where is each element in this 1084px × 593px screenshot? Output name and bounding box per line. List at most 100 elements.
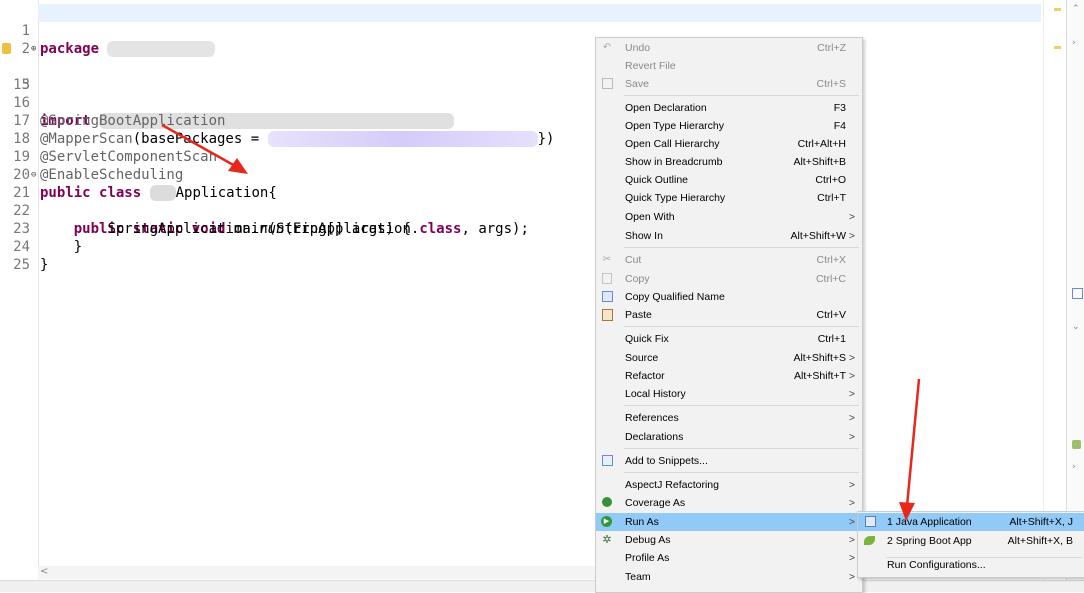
- code-line: 24 }: [0, 220, 48, 273]
- copy-qualified-name-icon: [602, 291, 613, 302]
- submenu-item-spring-boot-app[interactable]: 2 Spring Boot App Alt+Shift+X, B: [858, 532, 1084, 550]
- code-text: (basePackages =: [132, 131, 268, 147]
- menu-item-source[interactable]: Source Alt+Shift+S >: [596, 349, 862, 367]
- menu-item-save[interactable]: Save Ctrl+S: [596, 75, 862, 93]
- code-line: 23 }: [0, 202, 82, 255]
- run-icon: ▶: [601, 516, 612, 527]
- submenu-arrow-icon: >: [848, 497, 855, 509]
- menu-item-label: Open Call Hierarchy: [625, 138, 720, 150]
- menu-item-copy[interactable]: Copy Ctrl+C: [596, 270, 862, 288]
- submenu-item-shortcut: Alt+Shift+X, J: [1009, 516, 1073, 528]
- code-line: 21 ⊖ public static void main(String[] ar…: [0, 166, 411, 237]
- menu-item-shortcut: F3: [833, 102, 846, 114]
- code-text: SpringApplication.: [107, 221, 260, 237]
- menu-item-shortcut: Ctrl+Alt+H: [797, 138, 846, 150]
- menu-item-shortcut: Ctrl+1: [817, 333, 846, 345]
- menu-item-local-history[interactable]: Local History >: [596, 385, 862, 403]
- menu-item-label: Open With: [625, 211, 675, 223]
- submenu-arrow-icon: >: [848, 211, 855, 223]
- code-line: 16 @SpringBootApplication: [0, 76, 225, 129]
- menu-item-show-in[interactable]: Show In Alt+Shift+W >: [596, 227, 862, 245]
- menu-item-label: Run As: [625, 516, 659, 528]
- menu-separator: [624, 326, 859, 327]
- menu-item-quick-fix[interactable]: Quick Fix Ctrl+1: [596, 330, 862, 348]
- code-editor[interactable]: 1 package 2 3 ⊕ import 15 16 @SpringBoot…: [0, 0, 1067, 591]
- menu-item-label: Copy Qualified Name: [625, 291, 725, 303]
- menu-item-cut[interactable]: ✂ Cut Ctrl+X: [596, 251, 862, 269]
- menu-item-label: Show In: [625, 230, 663, 242]
- menu-separator: [624, 247, 859, 248]
- keyword: package: [40, 41, 100, 57]
- menu-separator: [624, 472, 859, 473]
- warning-marker[interactable]: [1054, 46, 1061, 49]
- annotation-text: @SpringBootApplication: [40, 113, 226, 129]
- menu-item-revert-file[interactable]: Revert File: [596, 57, 862, 75]
- submenu-arrow-icon: >: [848, 412, 855, 424]
- chevron-up-icon[interactable]: ⌃: [1072, 4, 1080, 14]
- menu-item-quick-type-hierarchy[interactable]: Quick Type Hierarchy Ctrl+T: [596, 189, 862, 207]
- menu-item-label: Quick Outline: [625, 174, 689, 186]
- keyword: class: [419, 221, 462, 237]
- submenu-item-java-application[interactable]: 1 Java Application Alt+Shift+X, J: [858, 513, 1084, 531]
- menu-item-label: Save: [625, 78, 649, 90]
- menu-item-declarations[interactable]: Declarations >: [596, 428, 862, 446]
- chevron-down-icon[interactable]: ⌄: [1072, 322, 1080, 332]
- menu-item-shortcut: Ctrl+V: [816, 309, 846, 321]
- warning-lightbulb-icon[interactable]: [2, 43, 11, 54]
- submenu-arrow-icon: >: [848, 431, 855, 443]
- submenu-item-run-configurations[interactable]: Run Configurations...: [858, 556, 1084, 574]
- menu-item-label: Undo: [625, 42, 651, 54]
- menu-item-open-declaration[interactable]: Open Declaration F3: [596, 99, 862, 117]
- menu-item-shortcut: Ctrl+O: [815, 174, 846, 186]
- submenu-item-shortcut: Alt+Shift+X, B: [1007, 535, 1073, 547]
- menu-item-label: Local History: [625, 388, 686, 400]
- save-icon: [602, 78, 613, 89]
- menu-item-profile-as[interactable]: Profile As >: [596, 549, 862, 567]
- menu-item-open-with[interactable]: Open With >: [596, 208, 862, 226]
- menu-item-paste[interactable]: Paste Ctrl+V: [596, 306, 862, 324]
- code-line: 1 package: [0, 4, 216, 57]
- snippets-icon: [602, 455, 613, 466]
- chevron-right-icon[interactable]: ›: [1072, 38, 1076, 48]
- paste-icon: [602, 309, 613, 321]
- menu-item-shortcut: Ctrl+C: [815, 273, 846, 285]
- code-line: 3 ⊕ import: [0, 40, 455, 129]
- menu-item-add-to-snippets[interactable]: Add to Snippets...: [596, 452, 862, 470]
- submenu-arrow-icon: >: [848, 370, 855, 382]
- menu-separator: [624, 448, 859, 449]
- menu-item-coverage-as[interactable]: Coverage As >: [596, 494, 862, 512]
- menu-item-label: Refactor: [625, 370, 665, 382]
- menu-item-open-call-hierarchy[interactable]: Open Call Hierarchy Ctrl+Alt+H: [596, 135, 862, 153]
- scroll-left-arrow-icon[interactable]: <: [40, 566, 48, 577]
- fold-minus-icon[interactable]: ⊖: [31, 166, 36, 184]
- menu-item-refactor[interactable]: Refactor Alt+Shift+T >: [596, 367, 862, 385]
- code-line: 2: [0, 22, 34, 57]
- chevron-right-icon[interactable]: ›: [1072, 462, 1076, 472]
- warning-marker[interactable]: [1054, 8, 1061, 11]
- menu-item-shortcut: F4: [833, 120, 846, 132]
- fold-plus-icon[interactable]: ⊕: [31, 40, 36, 58]
- menu-item-references[interactable]: References >: [596, 409, 862, 427]
- menu-item-label: Team: [625, 571, 651, 583]
- cut-icon: ✂: [602, 254, 612, 265]
- code-line: 25: [0, 238, 34, 273]
- outline-view-icon[interactable]: [1072, 288, 1083, 299]
- context-menu[interactable]: ↶ Undo Ctrl+Z Revert File Save Ctrl+S Op…: [595, 37, 863, 593]
- menu-item-aspectj-refactoring[interactable]: AspectJ Refactoring >: [596, 476, 862, 494]
- menu-item-undo[interactable]: ↶ Undo Ctrl+Z: [596, 39, 862, 57]
- menu-item-debug-as[interactable]: ✲ Debug As >: [596, 531, 862, 549]
- right-side-panel[interactable]: ⌃ › ⌄ ›: [1066, 0, 1084, 580]
- task-view-icon[interactable]: [1072, 440, 1081, 449]
- code-text: }: [40, 257, 49, 273]
- menu-item-show-in-breadcrumb[interactable]: Show in Breadcrumb Alt+Shift+B: [596, 153, 862, 171]
- menu-item-team[interactable]: Team >: [596, 568, 862, 586]
- blurred-text: [267, 131, 538, 147]
- menu-item-open-type-hierarchy[interactable]: Open Type Hierarchy F4: [596, 117, 862, 135]
- run-as-submenu[interactable]: 1 Java Application Alt+Shift+X, J 2 Spri…: [857, 511, 1084, 578]
- menu-item-run-as[interactable]: ▶ Run As >: [596, 513, 862, 531]
- overview-ruler[interactable]: [1043, 0, 1067, 580]
- menu-item-quick-outline[interactable]: Quick Outline Ctrl+O: [596, 171, 862, 189]
- menu-item-copy-qualified-name[interactable]: Copy Qualified Name: [596, 288, 862, 306]
- menu-item-label: Add to Snippets...: [625, 455, 708, 467]
- code-text: (ErpApplication.: [284, 221, 420, 237]
